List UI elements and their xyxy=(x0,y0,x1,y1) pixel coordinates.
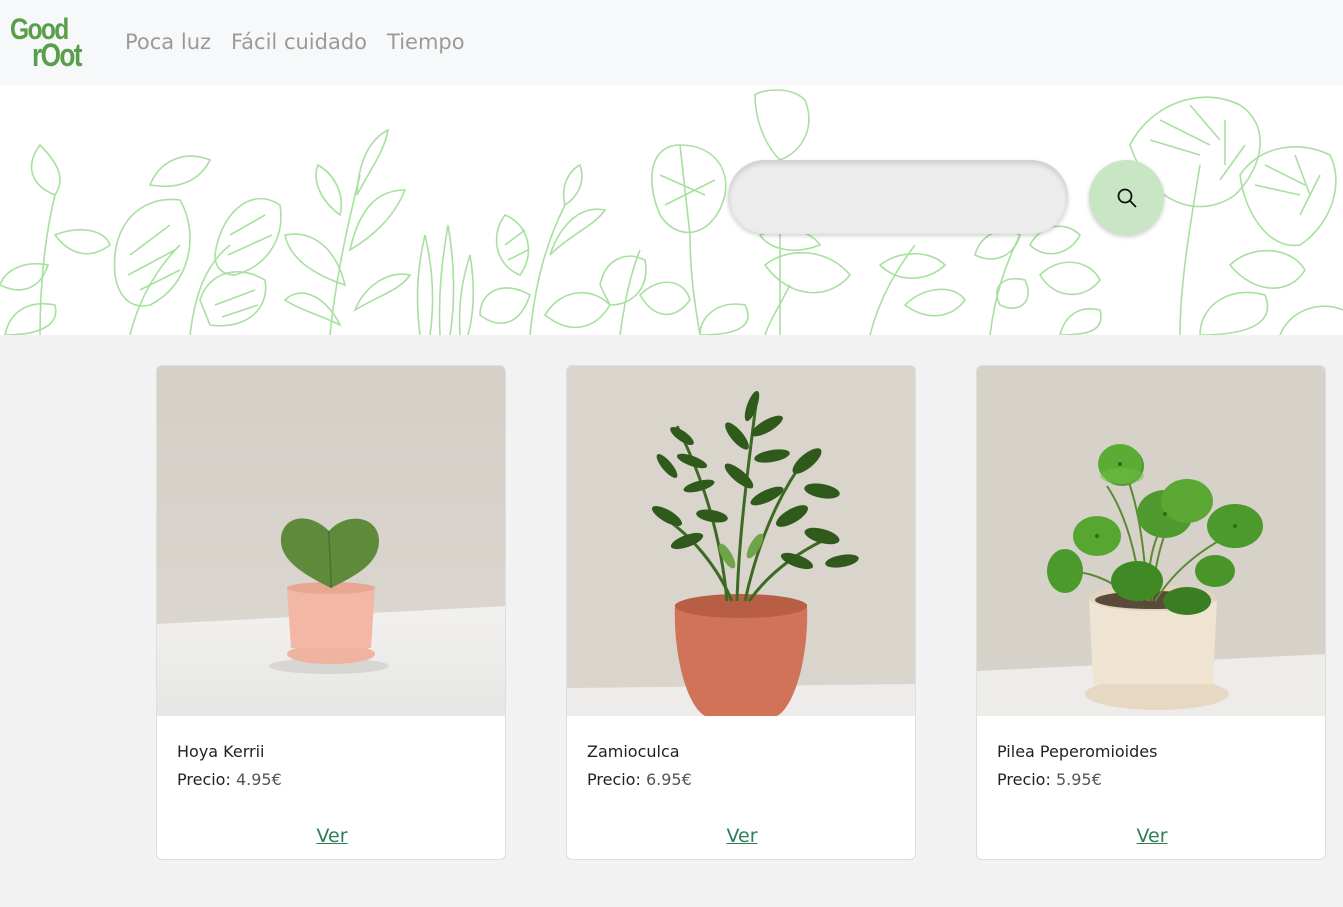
search-button[interactable] xyxy=(1089,160,1164,235)
nav-link-facil-cuidado[interactable]: Fácil cuidado xyxy=(231,28,367,56)
nav-link-poca-luz[interactable]: Poca luz xyxy=(125,28,211,56)
nav-links: Poca luz Fácil cuidado Tiempo xyxy=(125,28,465,56)
product-price: Precio: 4.95€ xyxy=(177,770,282,789)
hero-banner xyxy=(0,85,1343,335)
price-value: 4.95€ xyxy=(235,770,282,789)
price-value: 6.95€ xyxy=(645,770,692,789)
view-product-link[interactable]: Ver xyxy=(977,825,1325,847)
product-card: Hoya Kerrii Precio: 4.95€ Ver xyxy=(156,365,506,860)
product-price: Precio: 6.95€ xyxy=(587,770,692,789)
product-card: Pilea Peperomioides Precio: 5.95€ Ver xyxy=(976,365,1326,860)
view-product-link[interactable]: Ver xyxy=(567,825,915,847)
brand-logo[interactable]: Good rOot xyxy=(10,14,98,73)
search-icon xyxy=(1117,188,1137,208)
product-price: Precio: 5.95€ xyxy=(997,770,1102,789)
product-image-zamioculca xyxy=(567,366,915,716)
product-card: Zamioculca Precio: 6.95€ Ver xyxy=(566,365,916,860)
product-name: Zamioculca xyxy=(587,742,680,761)
price-label: Precio: xyxy=(177,770,231,789)
price-label: Precio: xyxy=(997,770,1051,789)
product-name: Hoya Kerrii xyxy=(177,742,265,761)
view-product-link[interactable]: Ver xyxy=(157,825,505,847)
search-input[interactable] xyxy=(728,160,1068,234)
nav-link-tiempo[interactable]: Tiempo xyxy=(387,28,465,56)
top-navbar: Good rOot Poca luz Fácil cuidado Tiempo xyxy=(0,0,1343,85)
product-image-hoya-kerrii xyxy=(157,366,505,716)
price-value: 5.95€ xyxy=(1055,770,1102,789)
product-image-pilea-peperomioides xyxy=(977,366,1325,716)
logo-line-2: rOot xyxy=(32,37,82,73)
price-label: Precio: xyxy=(587,770,641,789)
product-name: Pilea Peperomioides xyxy=(997,742,1158,761)
